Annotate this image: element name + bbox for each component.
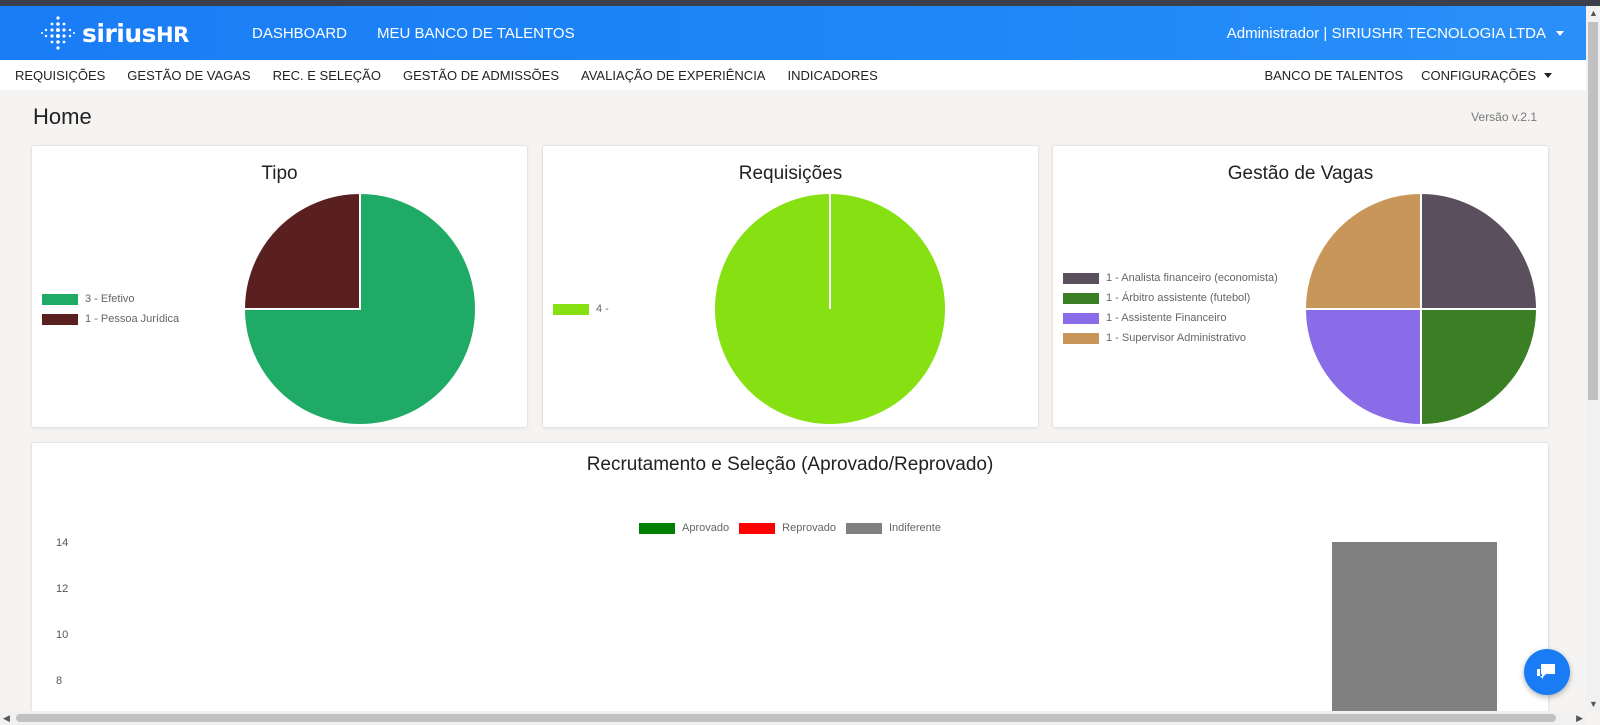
y-tick-label: 12	[56, 583, 68, 595]
chart-card-gestao-de-vagas: Gestão de Vagas 1 - Analista financeiro …	[1052, 145, 1549, 428]
legend-swatch	[1063, 312, 1099, 324]
legend-item[interactable]: 1 - Supervisor Administrativo	[1063, 328, 1278, 348]
chart-card-tipo: Tipo 3 - Efetivo 1 - Pessoa Jurídica	[31, 145, 528, 428]
chart-title: Gestão de Vagas	[1227, 163, 1374, 184]
horizontal-scrollbar[interactable]: ◀ ▶	[0, 711, 1586, 725]
bar-chart[interactable]: 14 12 10 8	[32, 443, 1549, 725]
bar-indiferente[interactable]	[1332, 542, 1497, 725]
chart-title: Requisições	[738, 163, 843, 184]
top-nav: DASHBOARD MEU BANCO DE TALENTOS	[252, 6, 605, 60]
chart-legend: 1 - Analista financeiro (economista) 1 -…	[1063, 268, 1278, 348]
legend-item[interactable]: 1 - Árbitro assistente (futebol)	[1063, 288, 1278, 308]
scroll-left-icon[interactable]: ◀	[3, 713, 10, 724]
legend-label: 1 - Assistente Financeiro	[1106, 312, 1227, 324]
y-tick-label: 10	[56, 629, 68, 641]
subnav-configuracoes-label: CONFIGURAÇÕES	[1421, 67, 1536, 83]
legend-label: 1 - Analista financeiro (economista)	[1106, 272, 1278, 284]
scrollbar-thumb[interactable]	[1588, 22, 1598, 400]
user-menu[interactable]: Administrador | SIRIUSHR TECNOLOGIA LTDA	[1227, 6, 1564, 60]
subnav-requisicoes[interactable]: REQUISIÇÕES	[15, 68, 105, 83]
subnav-configuracoes[interactable]: CONFIGURAÇÕES	[1421, 68, 1552, 83]
pie-slice[interactable]	[1303, 191, 1422, 310]
scroll-up-icon[interactable]: ▲	[1589, 8, 1598, 18]
legend-item[interactable]: 1 - Assistente Financeiro	[1063, 308, 1278, 328]
legend-swatch	[42, 293, 78, 305]
y-tick-label: 8	[56, 675, 62, 687]
chart-legend: 3 - Efetivo 1 - Pessoa Jurídica	[42, 289, 179, 329]
legend-swatch	[1063, 292, 1099, 304]
pie-slice[interactable]	[242, 191, 361, 310]
chat-icon	[1537, 664, 1555, 679]
chevron-down-icon	[1556, 30, 1564, 36]
legend-swatch	[42, 313, 78, 325]
pie-chart-tipo[interactable]	[242, 191, 478, 427]
pie-chart-gestao-de-vagas[interactable]	[1303, 191, 1539, 427]
page-title: Home	[33, 104, 92, 129]
version-label: Versão v.2.1	[1471, 110, 1537, 124]
legend-label: 1 - Pessoa Jurídica	[85, 313, 180, 325]
legend-label: 1 - Árbitro assistente (futebol)	[1106, 292, 1251, 304]
logo-text-main: sirius	[82, 18, 157, 48]
logo-icon	[41, 16, 75, 50]
chart-card-recrutamento: Recrutamento e Seleção (Aprovado/Reprova…	[31, 442, 1549, 725]
legend-label: 1 - Supervisor Administrativo	[1106, 332, 1246, 344]
nav-meu-banco-de-talentos[interactable]: MEU BANCO DE TALENTOS	[377, 25, 575, 42]
pie-slice[interactable]	[1420, 308, 1539, 427]
legend-label: 4 -	[596, 303, 609, 315]
logo-text-suffix: HR	[156, 22, 189, 47]
legend-item[interactable]: 1 - Pessoa Jurídica	[42, 309, 179, 329]
logo-text: siriusHR	[82, 19, 189, 48]
subnav-banco-de-talentos[interactable]: BANCO DE TALENTOS	[1264, 68, 1403, 83]
legend-item[interactable]: 1 - Analista financeiro (economista)	[1063, 268, 1278, 288]
subnav-indicadores[interactable]: INDICADORES	[787, 68, 877, 83]
legend-swatch	[1063, 332, 1099, 344]
legend-swatch	[553, 303, 589, 315]
pie-slice[interactable]	[1303, 308, 1422, 427]
legend-item[interactable]: 4 -	[553, 299, 609, 319]
subnav-avaliacao-de-experiencia[interactable]: AVALIAÇÃO DE EXPERIÊNCIA	[581, 68, 765, 83]
legend-item[interactable]: 3 - Efetivo	[42, 289, 179, 309]
legend-label: 3 - Efetivo	[85, 293, 135, 305]
nav-dashboard[interactable]: DASHBOARD	[252, 25, 347, 42]
chart-card-requisicoes: Requisições 4 -	[542, 145, 1039, 428]
vertical-scrollbar[interactable]: ▲ ▼	[1586, 6, 1600, 711]
chart-legend: 4 -	[553, 299, 609, 319]
secondary-nav: REQUISIÇÕES GESTÃO DE VAGAS REC. E SELEÇ…	[0, 60, 1586, 90]
scrollbar-thumb[interactable]	[16, 714, 1556, 722]
pie-chart-requisicoes[interactable]	[712, 191, 948, 427]
chat-button[interactable]	[1524, 649, 1570, 695]
y-tick-label: 14	[56, 537, 68, 549]
chart-title: Tipo	[261, 163, 298, 184]
top-navbar: siriusHR DASHBOARD MEU BANCO DE TALENTOS…	[0, 6, 1586, 60]
subnav-gestao-de-vagas[interactable]: GESTÃO DE VAGAS	[127, 68, 250, 83]
legend-swatch	[1063, 272, 1099, 284]
logo[interactable]: siriusHR	[40, 15, 189, 51]
pie-slice[interactable]	[1420, 191, 1539, 310]
scroll-right-icon[interactable]: ▶	[1576, 713, 1583, 724]
subnav-gestao-de-admissoes[interactable]: GESTÃO DE ADMISSÕES	[403, 68, 559, 83]
subnav-rec-e-selecao[interactable]: REC. E SELEÇÃO	[273, 68, 381, 83]
chevron-down-icon	[1544, 72, 1552, 78]
user-label: Administrador | SIRIUSHR TECNOLOGIA LTDA	[1226, 24, 1546, 42]
scroll-down-icon[interactable]: ▼	[1589, 699, 1598, 709]
